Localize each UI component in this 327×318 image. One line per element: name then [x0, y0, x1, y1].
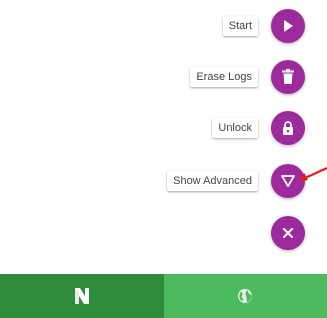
bottom-nav — [0, 274, 327, 318]
show-advanced-label[interactable]: Show Advanced — [167, 171, 258, 191]
trash-icon — [282, 69, 294, 84]
start-button[interactable] — [271, 9, 305, 43]
fab-row-show-advanced: Show Advanced — [167, 164, 305, 198]
triangle-down-icon — [281, 175, 295, 187]
unlock-button[interactable] — [271, 111, 305, 145]
erase-logs-button[interactable] — [271, 60, 305, 94]
app-logo-icon — [74, 288, 89, 304]
play-icon — [284, 20, 293, 32]
globe-icon — [238, 289, 253, 303]
annotation-arrow-icon — [299, 166, 327, 182]
fab-row-close — [271, 216, 305, 250]
erase-logs-label[interactable]: Erase Logs — [190, 67, 258, 87]
fab-row-unlock: Unlock — [212, 111, 305, 145]
screen: Start Erase Logs Unlock Show Advanced — [0, 0, 327, 318]
lock-icon — [283, 121, 293, 135]
start-label[interactable]: Start — [222, 16, 258, 36]
fab-row-start: Start — [222, 9, 305, 43]
tab-app-home[interactable] — [0, 274, 164, 318]
close-menu-button[interactable] — [271, 216, 305, 250]
unlock-label[interactable]: Unlock — [212, 118, 258, 138]
fab-row-erase-logs: Erase Logs — [190, 60, 305, 94]
close-icon — [283, 228, 293, 238]
tab-web[interactable] — [163, 274, 327, 318]
